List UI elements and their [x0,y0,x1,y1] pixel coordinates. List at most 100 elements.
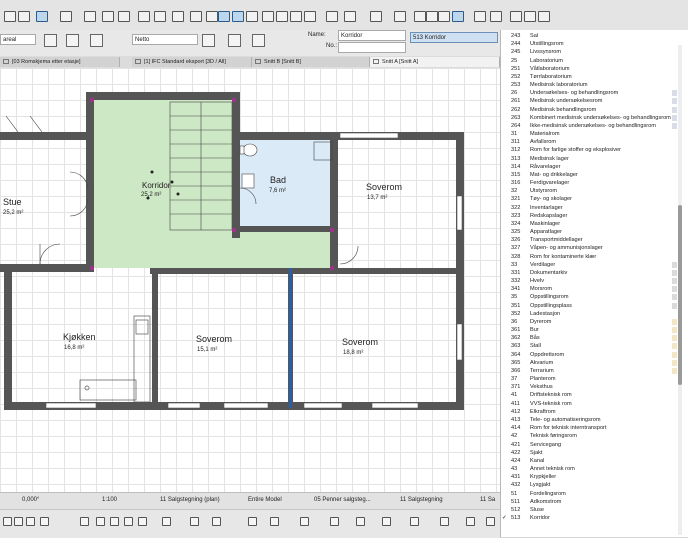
offset-icon[interactable] [326,11,338,22]
grid-snap-icon[interactable] [84,11,96,22]
prev-view-icon[interactable] [124,517,133,526]
settings-icon[interactable] [440,517,449,526]
overflow-icon[interactable] [486,517,495,526]
angle-readout[interactable]: 0,000° [22,497,39,503]
zone-list-item[interactable]: 43 Annet teknisk rom [501,465,688,473]
paint-icon[interactable] [538,11,550,22]
organizer-icon[interactable] [410,517,419,526]
align-icon[interactable] [154,11,166,22]
tab-snitt-a[interactable]: Snitt A [Snitt A] [370,57,500,67]
zone-list-item[interactable]: 413 Tele- og automatiseringsrom [501,416,688,424]
view-icon-1[interactable] [3,517,12,526]
pen-set[interactable]: 05 Penner salgsteg... [314,497,371,503]
lock-icon[interactable] [138,11,150,22]
magic-wand-icon[interactable] [304,11,316,22]
filter-icon[interactable] [490,11,502,22]
polygon-method-icon[interactable] [90,34,103,47]
mirror-icon[interactable] [206,11,218,22]
orbit-icon[interactable] [138,517,147,526]
zone-list-item[interactable]: 511 Adkomstrom [501,498,688,506]
arrow-tool-icon[interactable] [4,11,16,22]
zone-list-item[interactable]: 328 Rom for kontaminerte klær [501,253,688,261]
selection-tool-icon[interactable] [36,11,48,22]
align-left-icon[interactable] [218,11,230,22]
zone-list-scrollbar[interactable] [678,45,682,535]
name-field[interactable]: Korridor [338,30,406,41]
zone-list-item[interactable]: 411 VVS-teknisk rom [501,400,688,408]
zone-list-item[interactable]: 315 Mat- og drikkelager [501,171,688,179]
tab-3d-view[interactable]: [1] IFC Standard eksport [3D / All] [132,57,252,67]
polyline-tool-icon[interactable] [290,11,302,22]
zone-list-item[interactable]: 25 Laboratorium [501,57,688,65]
zone-list-item[interactable]: 41 Driftsteknisk rom [501,391,688,399]
zone-list-item[interactable]: 365 Akvarium [501,359,688,367]
zone-list-item[interactable]: 341 Morsrom [501,285,688,293]
renovation-icon[interactable] [270,517,279,526]
zone-list-item[interactable]: 326 Transportmiddellager [501,236,688,244]
zone-list-item[interactable]: 414 Rom for teknisk interntransport [501,424,688,432]
align-right-icon[interactable] [246,11,258,22]
marker-icon[interactable] [414,11,426,22]
line-tool-icon[interactable] [262,11,274,22]
distribute-icon[interactable] [172,11,184,22]
zone-list-item[interactable]: 42 Teknisk føringsrom [501,432,688,440]
model-view-option[interactable]: Entire Model [248,497,282,503]
zone-list-item[interactable]: 313 Medisinsk lager [501,155,688,163]
zone-list-item[interactable]: 327 Våpen- og ammunisjonslager [501,244,688,252]
camera-view-icon[interactable] [190,517,199,526]
tab-romskjema[interactable]: [03 Romskjema etter etasje] [0,57,120,67]
3d-icon[interactable] [356,517,365,526]
zone-list-item[interactable]: 253 Medisinsk laboratorium [501,81,688,89]
zone-list-item[interactable]: 322 Inventarlager [501,204,688,212]
zone-list-item[interactable]: 244 Utstillingsrom [501,40,688,48]
syringe-icon[interactable] [524,11,536,22]
arc-tool-icon[interactable] [276,11,288,22]
zone-list-item[interactable]: 352 Ladestasjon [501,310,688,318]
scale-readout[interactable]: 1:100 [102,497,117,503]
zone-list-item[interactable]: 314 Råvarelager [501,163,688,171]
renovation-filter[interactable]: 11 Sa [480,497,495,503]
section-icon[interactable] [370,11,382,22]
geometry-method-icon[interactable] [44,34,57,47]
zone-list-item[interactable]: 311 Avfallsrom [501,138,688,146]
zone-list-item[interactable]: 261 Medisinsk undersøkelsesrom [501,97,688,105]
zone-list-item[interactable]: 264 Ikke-medisinsk undersøkelses- og beha… [501,122,688,130]
render-icon[interactable] [474,11,486,22]
zone-list-item[interactable]: 332 Hvelv [501,277,688,285]
door-icon[interactable] [118,11,130,22]
zone-list-item[interactable]: 424 Kanal [501,457,688,465]
camera-icon[interactable] [394,11,406,22]
text-style-icon[interactable] [202,34,215,47]
layers-tool-icon[interactable] [60,11,72,22]
zone-list-item[interactable]: 432 Lysgjakt [501,481,688,489]
dimension-standard[interactable]: 11 Salgstegning [400,497,443,503]
rectangle-method-icon[interactable] [66,34,79,47]
zone-list-item[interactable]: 366 Terrarium [501,367,688,375]
rectangle-icon[interactable] [102,11,114,22]
pan-icon[interactable] [96,517,105,526]
zone-list-item[interactable]: 51 Fordelingsrom [501,490,688,498]
zone-list-item[interactable]: 252 Tørrlaboratorium [501,73,688,81]
zone-list-item[interactable]: 312 Rom for farlige stoffer og eksplosive… [501,146,688,154]
zone-list-item[interactable]: 421 Servicegang [501,441,688,449]
zone-list-item[interactable]: 361 Bur [501,326,688,334]
text-format-icon[interactable] [228,34,241,47]
grid-icon[interactable] [330,517,339,526]
zone-list-item[interactable]: 431 Krypkjeller [501,473,688,481]
group-icon[interactable] [190,11,202,22]
zone-list-item[interactable]: 324 Maskinlager [501,220,688,228]
zone-list-item[interactable]: 364 Oppdrettsrom [501,351,688,359]
scrollbar-thumb[interactable] [678,205,682,385]
floor-plan-canvas[interactable]: Stue 25,2 m² Korridor 25,2 m² Bad 7,6 m²… [0,68,500,492]
zone-list-item[interactable]: 245 Livssynsrom [501,48,688,56]
zone-list-item[interactable]: 33 Verdilager [501,261,688,269]
layer-field[interactable]: areal [0,34,36,45]
zone-list-item[interactable]: ✓ 513 Korridor [501,514,688,522]
tab-snitt-b[interactable]: Snitt B [Snitt B] [252,57,370,67]
zone-list-item[interactable]: 263 Kombinert medisinsk undersøkelses- og… [501,114,688,122]
zoom-icon[interactable] [80,517,89,526]
zone-list-item[interactable]: 325 Apparatlager [501,228,688,236]
zone-category-list[interactable]: 243 Sal 244 Utstillingsrom 245 Livssynsrom 25 L… [500,30,688,537]
zone-list-item[interactable]: 321 Tøy- og skolager [501,195,688,203]
zone-list-item[interactable]: 412 Elkraftrom [501,408,688,416]
